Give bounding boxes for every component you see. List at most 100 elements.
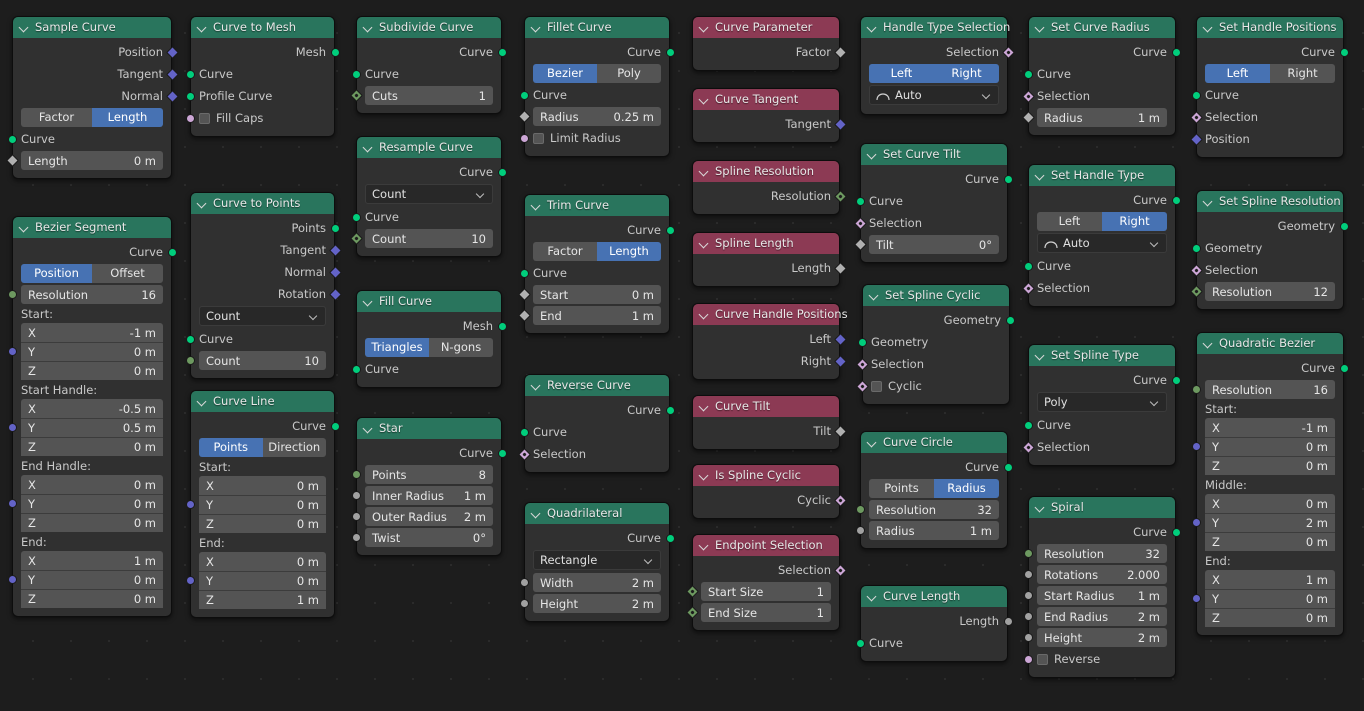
vector-component[interactable]: X 0 m: [199, 476, 326, 495]
socket-geometry[interactable]: [1339, 221, 1349, 231]
node-resample-curve[interactable]: Resample Curve Curve Count Curve Count 10: [349, 136, 507, 257]
node-header[interactable]: Curve Tangent: [693, 89, 839, 110]
dropdown-select[interactable]: Poly: [1037, 392, 1167, 412]
toggle-group[interactable]: Bezier Poly: [533, 64, 661, 83]
socket-float[interactable]: [519, 578, 529, 587]
socket-float[interactable]: [1023, 591, 1033, 600]
socket-geometry[interactable]: [1171, 375, 1181, 385]
value-field[interactable]: Outer Radius 2 m: [351, 507, 493, 526]
socket-vector[interactable]: [7, 575, 17, 584]
chevron-down-icon[interactable]: [1203, 196, 1214, 207]
value-field[interactable]: Rotations 2.000: [1023, 565, 1167, 584]
socket-geometry[interactable]: [497, 167, 507, 177]
vector-component[interactable]: Y 0.5 m: [21, 418, 163, 437]
vector-component[interactable]: Y 2 m: [1205, 513, 1335, 532]
node-set-handle-positions[interactable]: Set Handle Positions Curve Left Right Curve S…: [1189, 16, 1349, 158]
toggle-option-a[interactable]: Factor: [21, 108, 92, 127]
node-set-spline-type[interactable]: Set Spline Type Curve Poly Curve Selection: [1021, 344, 1181, 466]
socket-geometry[interactable]: [1023, 261, 1033, 271]
value-field[interactable]: End Radius 2 m: [1023, 607, 1167, 626]
socket-geometry[interactable]: [351, 364, 361, 374]
dropdown-select[interactable]: Count: [365, 184, 493, 204]
socket-geometry[interactable]: [855, 196, 865, 206]
toggle-option-a[interactable]: Points: [869, 479, 934, 498]
chevron-down-icon[interactable]: [699, 540, 710, 551]
value-field[interactable]: Radius 1 m: [855, 521, 999, 540]
socket-float[interactable]: [185, 356, 195, 365]
node-curve-tangent[interactable]: Curve Tangent Tangent: [692, 88, 847, 143]
toggle-option-b[interactable]: Length: [597, 242, 661, 261]
socket-float-field[interactable]: [517, 309, 531, 322]
socket-geometry[interactable]: [497, 47, 507, 57]
vector-component[interactable]: Z 0 m: [21, 437, 163, 456]
toggle-group[interactable]: Points Direction: [199, 438, 326, 457]
node-is-spline-cyclic[interactable]: Is Spline Cyclic Cyclic: [692, 464, 847, 519]
node-header[interactable]: Curve Line: [191, 391, 334, 412]
socket-vector[interactable]: [7, 423, 17, 432]
chevron-down-icon[interactable]: [363, 142, 374, 153]
node-header[interactable]: Is Spline Cyclic: [693, 465, 839, 486]
vector-component[interactable]: X -1 m: [21, 323, 163, 342]
socket-vector-field[interactable]: [328, 243, 342, 257]
socket-int-field[interactable]: [1189, 285, 1203, 298]
vector-component[interactable]: Y 0 m: [21, 570, 163, 589]
socket-vector-field[interactable]: [165, 45, 179, 59]
chevron-down-icon[interactable]: [477, 190, 486, 199]
socket-geometry[interactable]: [519, 268, 529, 278]
socket-boolean-field[interactable]: [517, 447, 531, 461]
toggle-option-a[interactable]: Points: [199, 438, 263, 457]
checkbox-row[interactable]: Limit Radius: [519, 128, 669, 148]
chevron-down-icon[interactable]: [19, 22, 30, 33]
toggle-option-b[interactable]: Radius: [934, 479, 999, 498]
chevron-down-icon[interactable]: [867, 591, 878, 602]
socket-float[interactable]: [351, 491, 361, 500]
socket-vector-field[interactable]: [165, 89, 179, 103]
socket-boolean-field[interactable]: [855, 357, 869, 371]
value-field[interactable]: Start 0 m: [517, 285, 661, 304]
toggle-group[interactable]: Left Right: [869, 64, 999, 83]
socket-geometry[interactable]: [1171, 195, 1181, 205]
toggle-option-a[interactable]: Left: [869, 64, 934, 83]
node-header[interactable]: Set Curve Radius: [1029, 17, 1175, 38]
socket-int-field[interactable]: [685, 606, 699, 619]
socket-vector[interactable]: [7, 347, 17, 356]
node-curve-circle[interactable]: Curve Circle Curve Points Radius Resolution 3…: [855, 431, 1013, 549]
value-field[interactable]: Resolution 12: [1189, 282, 1335, 301]
node-header[interactable]: Resample Curve: [357, 137, 501, 158]
toggle-option-b[interactable]: Poly: [597, 64, 661, 83]
checkbox-icon[interactable]: [1037, 653, 1048, 665]
chevron-down-icon[interactable]: [699, 238, 710, 249]
node-subdivide-curve[interactable]: Subdivide Curve Curve Curve Cuts 1: [349, 16, 507, 114]
toggle-group[interactable]: Position Offset: [21, 264, 163, 283]
socket-vector-field[interactable]: [833, 354, 847, 368]
chevron-down-icon[interactable]: [19, 222, 30, 233]
node-header[interactable]: Curve to Points: [191, 193, 334, 214]
socket-geometry[interactable]: [7, 134, 17, 144]
value-field[interactable]: Tilt 0°: [853, 235, 999, 254]
dropdown-select[interactable]: Count: [199, 306, 326, 326]
node-header[interactable]: Curve Length: [861, 586, 1007, 607]
node-fillet-curve[interactable]: Fillet Curve Curve Bezier Poly Curve Radius 0.…: [517, 16, 675, 157]
node-header[interactable]: Curve Handle Positions: [693, 304, 848, 325]
socket-boolean-field[interactable]: [1001, 45, 1015, 59]
chevron-down-icon[interactable]: [867, 22, 878, 33]
vector-component[interactable]: X 0 m: [199, 552, 326, 571]
chevron-down-icon[interactable]: [983, 91, 992, 100]
socket-boolean[interactable]: [519, 133, 529, 143]
socket-float[interactable]: [1023, 549, 1033, 558]
socket-geometry[interactable]: [1171, 527, 1181, 537]
chevron-down-icon[interactable]: [531, 22, 542, 33]
value-field[interactable]: Length 0 m: [5, 151, 163, 170]
chevron-down-icon[interactable]: [699, 401, 710, 412]
chevron-down-icon[interactable]: [197, 396, 208, 407]
vector-component[interactable]: Y 0 m: [199, 495, 326, 514]
socket-geometry[interactable]: [351, 69, 361, 79]
node-header[interactable]: Star: [357, 418, 501, 439]
checkbox-icon[interactable]: [871, 380, 882, 392]
chevron-down-icon[interactable]: [531, 508, 542, 519]
node-spiral[interactable]: Spiral Curve Resolution 32 Rotations 2.000 Sta…: [1023, 496, 1181, 678]
value-field[interactable]: Height 2 m: [519, 594, 661, 613]
chevron-down-icon[interactable]: [531, 200, 542, 211]
checkbox-row[interactable]: Fill Caps: [185, 108, 334, 128]
value-field[interactable]: Resolution 32: [855, 500, 999, 519]
